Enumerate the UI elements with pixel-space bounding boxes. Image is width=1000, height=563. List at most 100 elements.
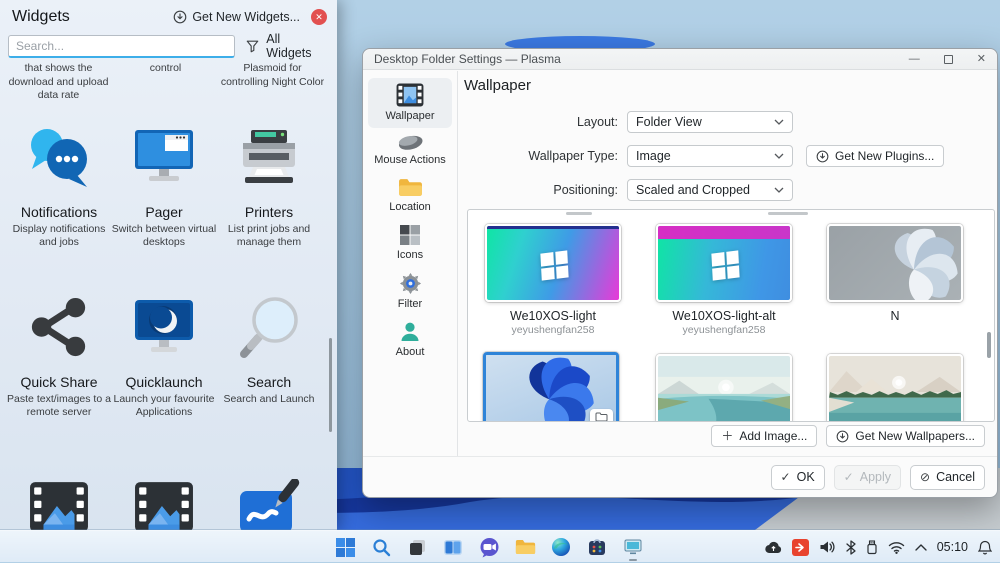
display-settings-icon[interactable] bbox=[622, 535, 644, 561]
sidebar-item-filter[interactable]: Filter bbox=[368, 267, 452, 316]
close-button[interactable]: ✕ bbox=[977, 53, 986, 65]
widgets-panel-scrollbar[interactable] bbox=[329, 338, 332, 432]
sidebar-item-label: Filter bbox=[397, 298, 423, 310]
widget-item-search[interactable]: Search Search and Launch bbox=[216, 282, 322, 406]
widgets-panel-title: Widgets bbox=[12, 8, 70, 25]
dialog-titlebar[interactable]: Desktop Folder Settings — Plasma — ✕ bbox=[363, 49, 997, 70]
wallpaper-type-label: Wallpaper Type: bbox=[528, 149, 618, 163]
chevron-down-icon bbox=[774, 187, 784, 193]
widget-item-partial[interactable] bbox=[216, 462, 322, 530]
positioning-label: Positioning: bbox=[553, 183, 618, 197]
monitor-moon-icon bbox=[111, 282, 217, 372]
widget-description-partial: control bbox=[149, 62, 182, 74]
all-widgets-filter-button[interactable]: All Widgets bbox=[245, 32, 327, 60]
add-image-button[interactable]: ＋ Add Image... bbox=[711, 425, 818, 447]
edge-browser-icon[interactable] bbox=[550, 535, 572, 559]
wallpaper-thumb-we10xos-light-alt[interactable] bbox=[656, 224, 792, 302]
widget-name: Notifications bbox=[20, 204, 98, 220]
layout-label: Layout: bbox=[576, 115, 618, 129]
get-new-wallpapers-button[interactable]: Get New Wallpapers... bbox=[826, 425, 985, 447]
add-image-label: Add Image... bbox=[739, 429, 808, 443]
bluetooth-icon[interactable] bbox=[846, 539, 856, 555]
wallpaper-thumb-selected[interactable] bbox=[483, 352, 619, 421]
folder-icon bbox=[398, 177, 423, 198]
split-view-icon[interactable] bbox=[442, 535, 464, 559]
red-share-tray-icon[interactable] bbox=[791, 538, 809, 556]
get-new-widgets-label: Get New Widgets... bbox=[192, 10, 300, 24]
maximize-button[interactable] bbox=[943, 54, 953, 64]
filmstrip-icon bbox=[396, 83, 424, 107]
sidebar-item-wallpaper[interactable]: Wallpaper bbox=[368, 78, 452, 128]
widget-description: Search and Launch bbox=[223, 393, 315, 405]
widget-item-pager[interactable]: Pager Switch between virtual desktops bbox=[111, 112, 217, 250]
widgets-search-input[interactable] bbox=[8, 34, 236, 58]
media-frame-icon bbox=[6, 462, 112, 530]
open-containing-folder-button[interactable] bbox=[590, 409, 613, 421]
sidebar-item-location[interactable]: Location bbox=[368, 172, 452, 219]
widget-description: Display notifications and jobs bbox=[12, 223, 106, 249]
sidebar-item-icons[interactable]: Icons bbox=[368, 219, 452, 267]
virtual-desktop-monitor-icon bbox=[111, 112, 217, 202]
icon-grid-icon bbox=[399, 224, 421, 246]
video-chat-icon[interactable] bbox=[478, 535, 500, 559]
ok-button[interactable]: ✓ OK bbox=[770, 464, 825, 490]
magnifier-icon bbox=[216, 282, 322, 372]
widget-item-quick-share[interactable]: Quick Share Paste text/images to a remot… bbox=[6, 282, 112, 420]
taskbar-search-icon[interactable] bbox=[370, 535, 392, 559]
taskbar-clock[interactable]: 05:10 bbox=[937, 540, 968, 554]
page-title: Wallpaper bbox=[464, 77, 531, 94]
sidebar-item-mouse-actions[interactable]: Mouse Actions bbox=[368, 128, 452, 172]
start-button[interactable] bbox=[334, 535, 356, 559]
wallpaper-name: We10XOS-light-alt bbox=[672, 309, 776, 323]
file-explorer-icon[interactable] bbox=[514, 535, 536, 559]
wallpaper-type-select[interactable]: Image bbox=[627, 145, 793, 167]
positioning-select[interactable]: Scaled and Cropped bbox=[627, 179, 793, 201]
check-icon: ✓ bbox=[780, 470, 791, 484]
cloud-sync-tray-icon[interactable] bbox=[765, 541, 782, 554]
widget-description: List print jobs and manage them bbox=[227, 223, 311, 249]
widget-item-printers[interactable]: Printers List print jobs and manage them bbox=[216, 112, 322, 250]
widget-name: Printers bbox=[244, 204, 294, 220]
taskbar: 05:10 bbox=[0, 530, 1000, 562]
wallpaper-thumb-n[interactable] bbox=[827, 224, 963, 302]
widget-name: Quicklaunch bbox=[125, 374, 203, 390]
clipped-row-remnant bbox=[566, 212, 592, 215]
apply-button[interactable]: ✓ Apply bbox=[833, 464, 902, 490]
get-new-widgets-button[interactable]: Get New Widgets... bbox=[173, 10, 300, 24]
widget-description: Switch between virtual desktops bbox=[111, 223, 217, 249]
windows-logo bbox=[711, 250, 740, 281]
widget-name: Pager bbox=[145, 204, 183, 220]
widget-item-quicklaunch[interactable]: Quicklaunch Launch your favourite Applic… bbox=[111, 282, 217, 420]
app-store-icon[interactable] bbox=[586, 535, 608, 559]
wallpaper-grid-scrollbar[interactable] bbox=[987, 332, 991, 358]
minimize-button[interactable]: — bbox=[909, 53, 920, 65]
cancel-button[interactable]: ⊘ Cancel bbox=[910, 464, 985, 490]
get-new-wallpapers-label: Get New Wallpapers... bbox=[855, 429, 975, 443]
wallpaper-author: yeyushengfan258 bbox=[511, 324, 595, 336]
usb-device-icon[interactable] bbox=[866, 539, 878, 555]
notification-bell-icon[interactable] bbox=[978, 540, 992, 555]
task-view-icon[interactable] bbox=[406, 535, 428, 559]
widget-item-partial[interactable] bbox=[111, 462, 217, 530]
widget-item-notifications[interactable]: Notifications Display notifications and … bbox=[6, 112, 112, 250]
layout-select[interactable]: Folder View bbox=[627, 111, 793, 133]
wallpaper-thumb-we10xos-light[interactable] bbox=[485, 224, 621, 302]
wallpaper-thumb-landscape[interactable] bbox=[827, 354, 963, 421]
all-widgets-label: All Widgets bbox=[266, 32, 312, 60]
wallpaper-grid: We10XOS-light yeyushengfan258 We10XOS-li… bbox=[467, 209, 995, 422]
get-new-plugins-label: Get New Plugins... bbox=[835, 149, 935, 163]
chat-bubbles-icon bbox=[6, 112, 112, 202]
chevron-down-icon bbox=[774, 153, 784, 159]
wallpaper-thumb-landscape[interactable] bbox=[656, 354, 792, 421]
wifi-icon[interactable] bbox=[888, 541, 905, 554]
widget-item-partial[interactable] bbox=[6, 462, 112, 530]
wallpaper-type-value: Image bbox=[636, 149, 671, 163]
media-frame-icon bbox=[111, 462, 217, 530]
chevron-up-icon[interactable] bbox=[915, 543, 927, 551]
close-widgets-panel-button[interactable]: ✕ bbox=[311, 9, 327, 25]
get-new-plugins-button[interactable]: Get New Plugins... bbox=[806, 145, 945, 167]
sidebar-item-about[interactable]: About bbox=[368, 316, 452, 364]
cancel-slash-icon: ⊘ bbox=[920, 470, 931, 484]
running-indicator bbox=[629, 558, 637, 561]
volume-icon[interactable] bbox=[819, 540, 836, 554]
